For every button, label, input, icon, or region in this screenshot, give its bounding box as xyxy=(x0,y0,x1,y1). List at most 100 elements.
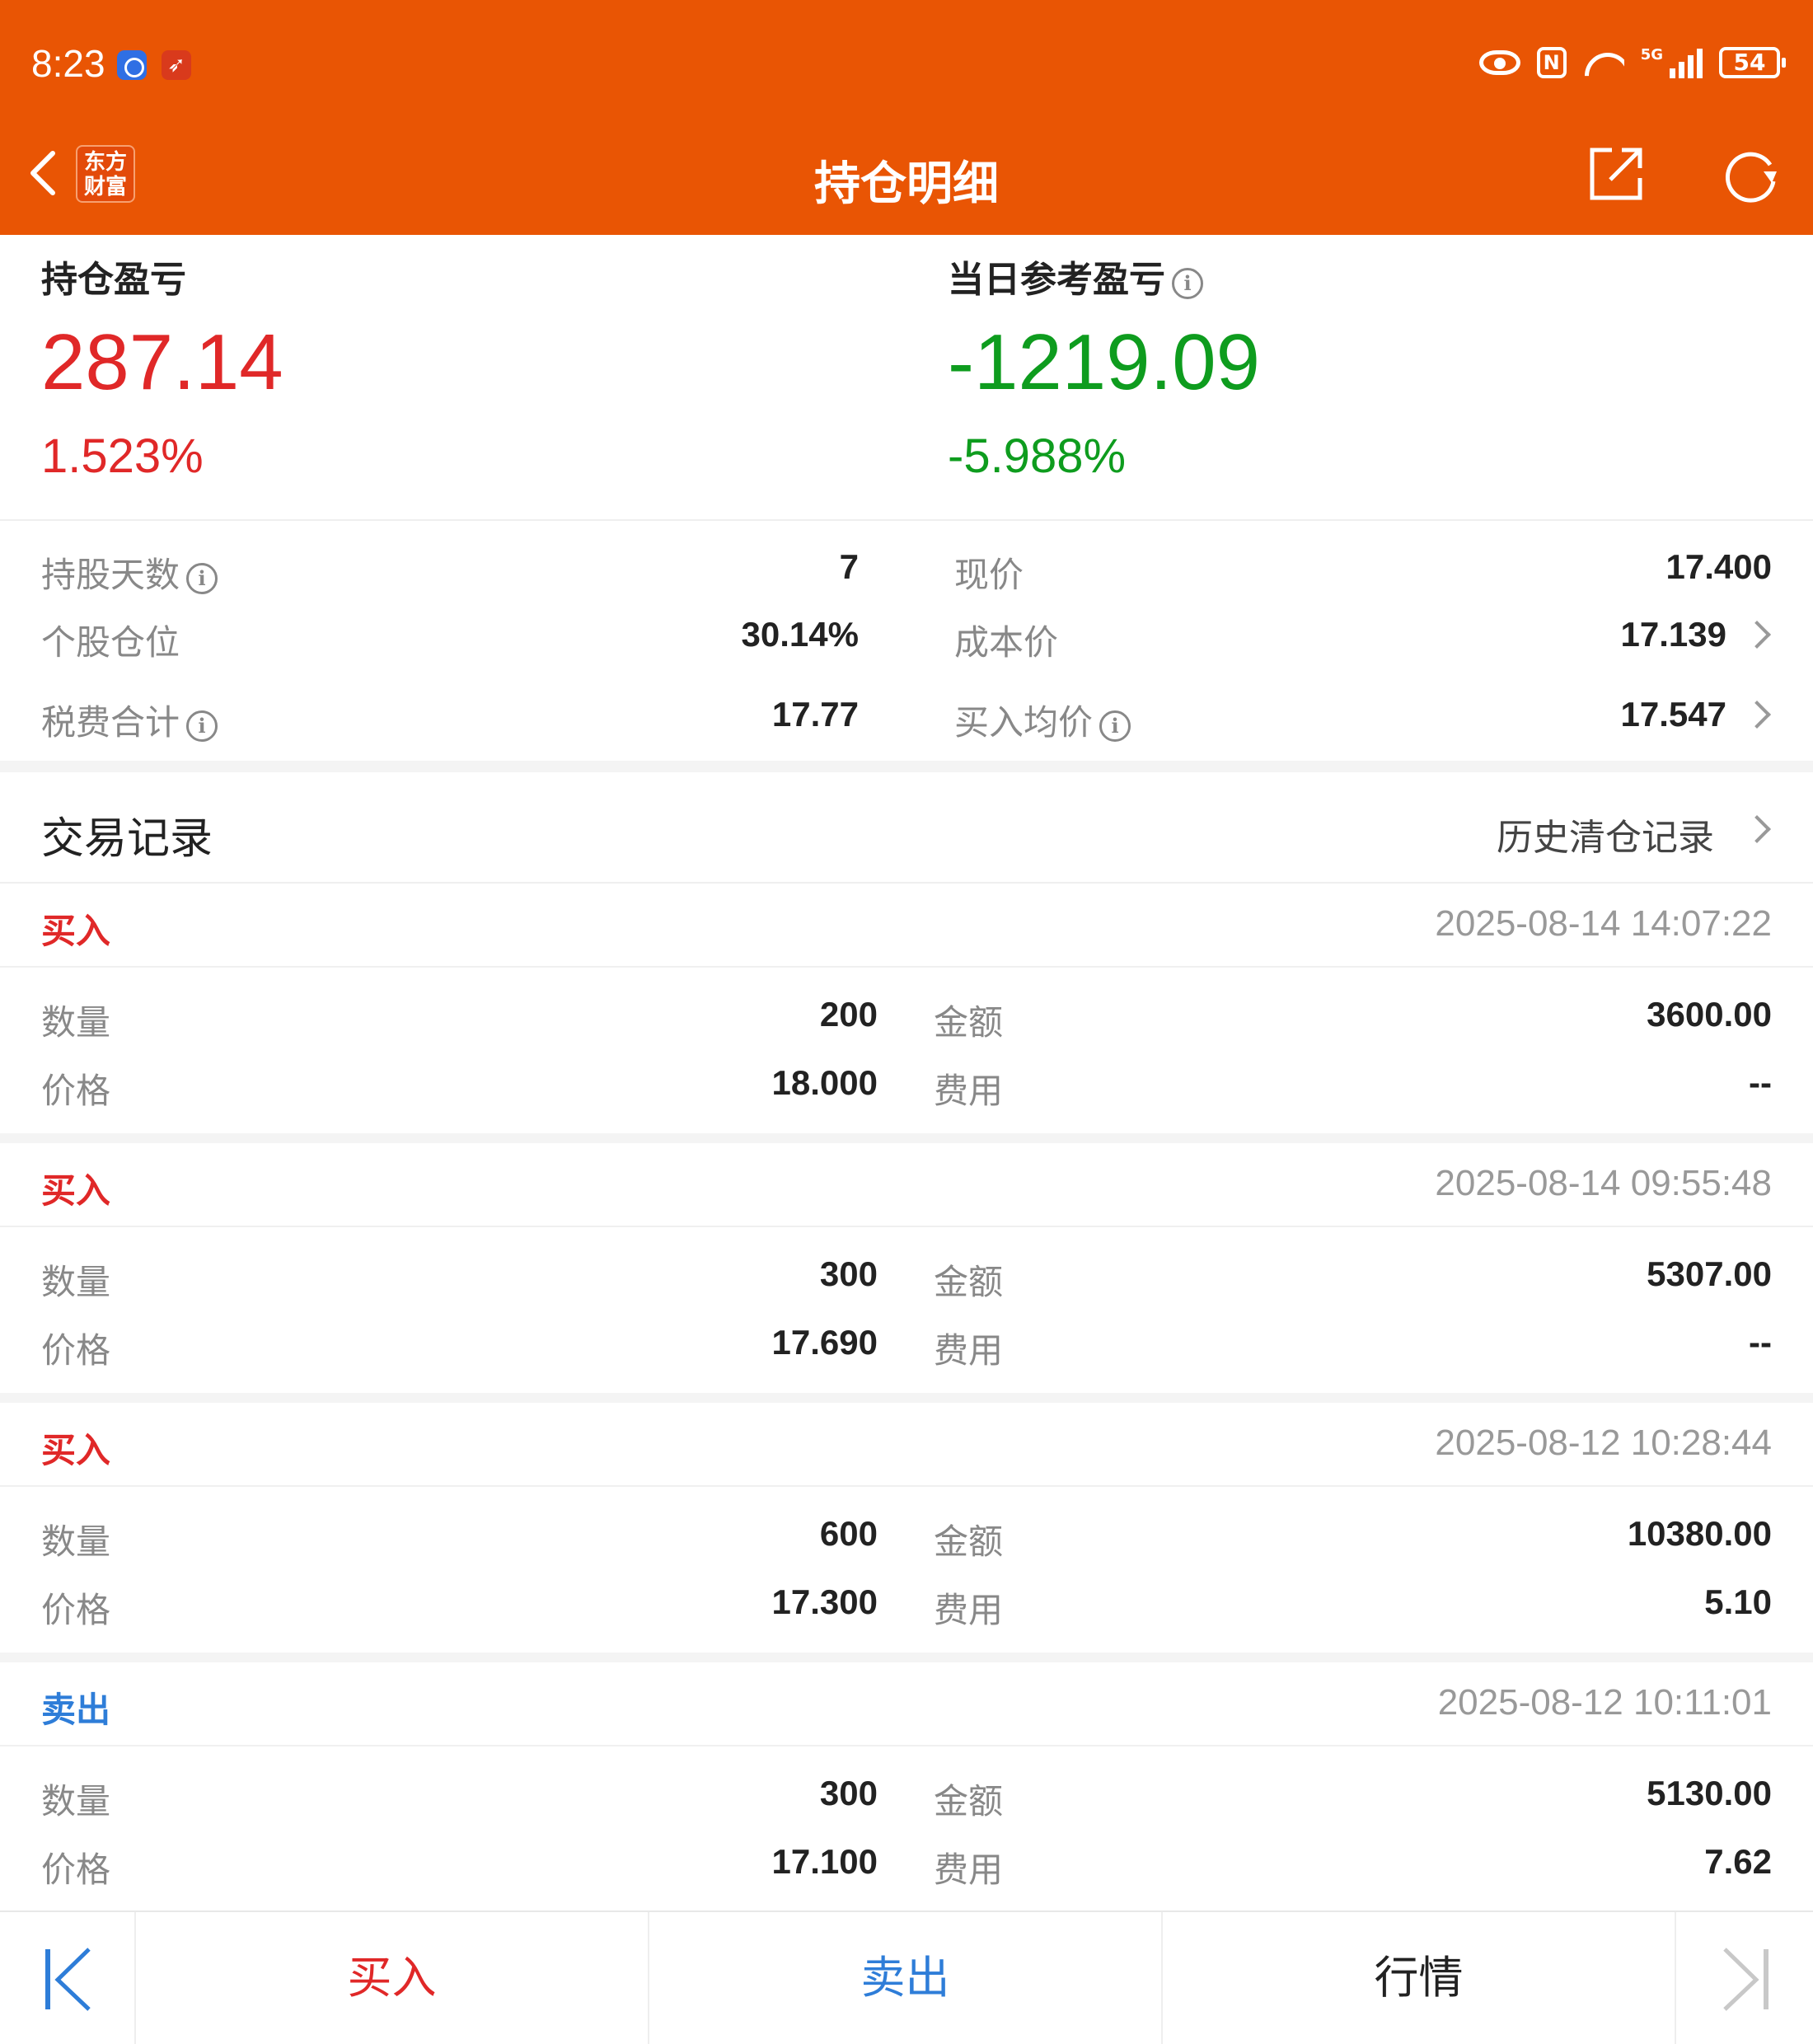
page-title: 持仓明细 xyxy=(814,157,999,211)
divider xyxy=(0,1226,1813,1227)
last-icon xyxy=(1723,1948,1768,2011)
trade-type: 买入 xyxy=(41,1170,111,1211)
fee-value: 5.10 xyxy=(1704,1582,1772,1621)
battery-icon: 54 xyxy=(1719,47,1786,78)
signal-icon xyxy=(1670,47,1703,78)
buy-button[interactable]: 买入 xyxy=(136,1912,649,2044)
trade-type: 买入 xyxy=(41,911,111,951)
hold-days-label: 持股天数 i xyxy=(41,547,218,598)
qty-label: 数量 xyxy=(41,1781,111,1821)
record-gap xyxy=(0,1393,1813,1403)
market-button[interactable]: 行情 xyxy=(1163,1912,1676,2044)
fee-label: 费用 xyxy=(934,1590,1004,1630)
trade-time: 2025-08-14 09:55:48 xyxy=(1435,1163,1772,1203)
position-pl-label: 持仓盈亏 xyxy=(41,259,186,301)
position-ratio-value: 30.14% xyxy=(741,615,859,654)
divider xyxy=(0,966,1813,968)
price-value: 17.690 xyxy=(771,1323,878,1362)
cost-price-label[interactable]: 成本价 xyxy=(954,615,1058,665)
pl-summary: 持仓盈亏 287.14 1.523% 当日参考盈亏 i -1219.09 -5.9… xyxy=(0,235,1813,519)
price-label: 价格 xyxy=(41,1330,111,1371)
first-button[interactable] xyxy=(0,1912,136,2044)
trade-record: 买入 2025-08-14 14:07:22 数量 200 金额 3600.00 价格 18.… xyxy=(0,884,1813,1131)
cost-price-value[interactable]: 17.139 xyxy=(1621,615,1726,654)
info-icon[interactable]: i xyxy=(1172,268,1203,299)
tax-fee-value: 17.77 xyxy=(771,695,859,734)
position-pl-value: 287.14 xyxy=(41,318,283,406)
daily-pl-heading: 当日参考盈亏 i xyxy=(948,250,1203,302)
app-notification-icon: ➶ xyxy=(162,50,191,80)
record-gap xyxy=(0,1653,1813,1662)
chevron-right-icon[interactable] xyxy=(1743,621,1771,649)
eye-icon xyxy=(1478,50,1520,75)
price-value: 17.100 xyxy=(771,1842,878,1881)
fee-label: 费用 xyxy=(934,1330,1004,1371)
qty-label: 数量 xyxy=(41,1002,111,1043)
position-ratio-label: 个股仓位 xyxy=(41,622,180,663)
hold-days-value: 7 xyxy=(839,547,859,586)
price-value: 17.300 xyxy=(771,1582,878,1621)
first-icon xyxy=(45,1948,91,2011)
status-icons: N 5G 54 xyxy=(1478,46,1786,79)
amount-value: 10380.00 xyxy=(1627,1514,1772,1553)
history-clearance-link[interactable]: 历史清仓记录 xyxy=(1497,808,1714,860)
current-price-label: 现价 xyxy=(954,555,1024,595)
avg-buy-price-label[interactable]: 买入均价 i xyxy=(954,695,1131,745)
signal-type: 5G xyxy=(1640,46,1663,63)
qty-value: 300 xyxy=(819,1254,878,1293)
daily-pl-pct: -5.988% xyxy=(948,429,1127,483)
amount-label: 金额 xyxy=(934,1262,1004,1302)
divider xyxy=(0,519,1813,521)
wifi-icon xyxy=(1583,46,1624,79)
amount-value: 3600.00 xyxy=(1647,995,1772,1034)
nfc-icon: N xyxy=(1536,47,1567,78)
trade-records-title: 交易记录 xyxy=(41,814,213,864)
trade-record: 卖出 2025-08-12 10:11:01 数量 300 金额 5130.00 价格 17.… xyxy=(0,1662,1813,1910)
top-bar: 8:23 ➶ N 5G 54 东方财富 持仓明细 xyxy=(0,0,1813,235)
last-button[interactable] xyxy=(1677,1912,1813,2044)
amount-label: 金额 xyxy=(934,1002,1004,1043)
trade-type: 卖出 xyxy=(41,1690,111,1730)
amount-value: 5130.00 xyxy=(1647,1774,1772,1812)
daily-pl-label: 当日参考盈亏 xyxy=(948,259,1165,301)
status-time: 8:23 xyxy=(31,42,105,85)
section-gap xyxy=(0,761,1813,772)
trade-time: 2025-08-12 10:11:01 xyxy=(1437,1682,1772,1723)
refresh-icon[interactable] xyxy=(1722,147,1780,204)
qty-value: 200 xyxy=(819,995,878,1034)
position-pl-pct: 1.523% xyxy=(41,429,204,483)
chevron-right-icon[interactable] xyxy=(1743,701,1771,729)
info-icon[interactable]: i xyxy=(186,563,218,594)
info-icon[interactable]: i xyxy=(186,710,218,742)
current-price-value: 17.400 xyxy=(1665,547,1772,586)
qty-label: 数量 xyxy=(41,1521,111,1562)
avg-buy-price-value[interactable]: 17.547 xyxy=(1621,695,1726,734)
qty-label: 数量 xyxy=(41,1262,111,1302)
price-value: 18.000 xyxy=(771,1063,878,1102)
tax-fee-label: 税费合计 i xyxy=(41,695,218,745)
bottom-action-bar: 买入 卖出 行情 xyxy=(0,1910,1813,2044)
trade-record: 买入 2025-08-14 09:55:48 数量 300 金额 5307.00 价格 17.… xyxy=(0,1143,1813,1390)
sell-button[interactable]: 卖出 xyxy=(649,1912,1163,2044)
share-icon[interactable] xyxy=(1589,147,1643,201)
price-label: 价格 xyxy=(41,1071,111,1111)
trade-record: 买入 2025-08-12 10:28:44 数量 600 金额 10380.00 价格 17… xyxy=(0,1403,1813,1650)
info-icon[interactable]: i xyxy=(1099,710,1131,742)
divider xyxy=(0,1745,1813,1746)
record-gap xyxy=(0,1133,1813,1143)
trade-type: 买入 xyxy=(41,1430,111,1470)
trade-time: 2025-08-14 14:07:22 xyxy=(1435,903,1772,944)
chevron-right-icon[interactable] xyxy=(1743,815,1771,843)
fee-value: 7.62 xyxy=(1704,1842,1772,1881)
divider xyxy=(0,1485,1813,1487)
amount-label: 金额 xyxy=(934,1781,1004,1821)
amount-label: 金额 xyxy=(934,1521,1004,1562)
fee-value: -- xyxy=(1749,1323,1772,1362)
qty-value: 600 xyxy=(819,1514,878,1553)
trade-time: 2025-08-12 10:28:44 xyxy=(1435,1423,1772,1463)
fee-label: 费用 xyxy=(934,1849,1004,1890)
price-label: 价格 xyxy=(41,1849,111,1890)
qty-value: 300 xyxy=(819,1774,878,1812)
app-notification-icon xyxy=(117,50,147,80)
amount-value: 5307.00 xyxy=(1647,1254,1772,1293)
